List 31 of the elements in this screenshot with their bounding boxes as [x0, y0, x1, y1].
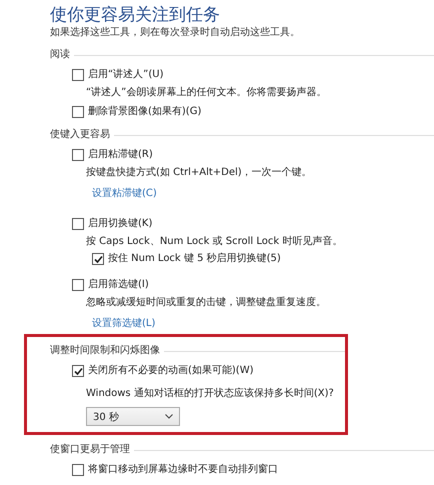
description-text: 按键盘快捷方式(如 Ctrl+Alt+Del)，一次一个键。: [86, 166, 313, 180]
question-text: Windows 通知对话框的打开状态应该保持多长时间(X)?: [86, 387, 335, 401]
checkbox-label: 删除背景图像(如果有)(G): [88, 105, 202, 119]
duration-dropdown[interactable]: 30 秒: [86, 407, 180, 426]
page-subtitle: 如果选择这些工具，则在每次登录时自动启动这些工具。: [50, 26, 301, 40]
section-heading: 使窗口更易于管理: [50, 443, 130, 457]
checkbox-label: 启用“讲述人”(U): [88, 68, 164, 82]
checkbox[interactable]: [72, 464, 84, 476]
description-text: “讲述人”会朗读屏幕上的任何文本。你将需要扬声器。: [86, 86, 328, 100]
checkbox[interactable]: [72, 106, 84, 118]
checkbox-label: 按住 Num Lock 键 5 秒启用切换键(5): [108, 252, 281, 266]
checkbox[interactable]: [72, 149, 84, 161]
page-title: 使你更容易关注到任务: [50, 4, 221, 26]
settings-link[interactable]: 设置筛选键(L): [92, 317, 156, 331]
checkbox[interactable]: [92, 253, 104, 265]
section-heading: 使键入更容易: [50, 128, 110, 142]
section-heading: 阅读: [50, 48, 70, 62]
settings-link[interactable]: 设置粘滞键(C): [92, 187, 157, 201]
checkbox-label: 启用粘滞键(R): [88, 148, 153, 162]
checkbox[interactable]: [72, 69, 84, 81]
chevron-icon: [165, 414, 173, 419]
checkbox-label: 关闭所有不必要的动画(如果可能)(W): [88, 364, 254, 378]
section-heading: 调整时间限制和闪烁图像: [50, 344, 160, 358]
checkbox[interactable]: [72, 279, 84, 291]
checkbox-label: 启用切换键(K): [88, 217, 152, 231]
description-text: 按 Caps Lock、Num Lock 或 Scroll Lock 时听见声音。: [86, 235, 344, 249]
description-text: 忽略或减缓短时间或重复的击键，调整键盘重复速度。: [86, 296, 327, 310]
checkbox-label: 启用筛选键(I): [88, 278, 149, 292]
checkbox-label: 将窗口移动到屏幕边缘时不要自动排列窗口: [88, 463, 278, 477]
checkbox[interactable]: [72, 365, 84, 377]
checkbox[interactable]: [72, 218, 84, 230]
